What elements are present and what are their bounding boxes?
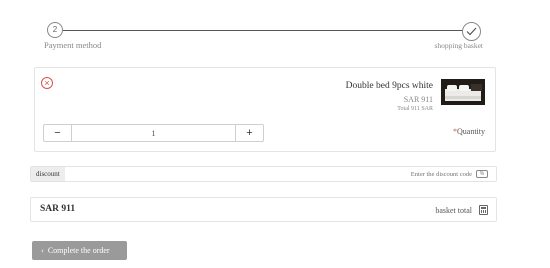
step-label-payment-method: Payment method [44,40,102,50]
quantity-stepper: − + [43,124,264,142]
basket-total-row: SAR 911 basket total [30,197,497,222]
product-total: Total 911 SAR [397,106,433,112]
increase-quantity-button[interactable]: + [235,125,263,141]
quantity-label: *Quantity [453,127,485,136]
tag-icon: % [476,170,488,178]
check-icon [462,22,481,41]
step-number-circle: 2 [47,22,63,38]
discount-code-input[interactable] [71,167,472,181]
product-name: Double bed 9pcs white [345,81,433,91]
product-image[interactable] [441,79,485,105]
calculator-icon [479,205,488,215]
product-price: SAR 911 [403,95,433,104]
decrease-quantity-button[interactable]: − [44,125,72,141]
discount-button[interactable]: discount [31,167,65,181]
stepper-line [63,30,463,31]
complete-order-button[interactable]: ‹ Complete the order [32,241,127,260]
quantity-label-text: Quantity [457,127,485,136]
basket-total-amount: SAR 911 [40,204,76,214]
checkout-stepper: 2 Payment method shopping basket [0,0,550,60]
chevron-left-icon: ‹ [41,247,44,255]
basket-total-label: basket total [435,206,472,215]
step-label-shopping-basket: shopping basket [434,41,483,50]
complete-order-label: Complete the order [47,246,110,255]
quantity-input[interactable] [72,125,235,141]
discount-row: discount % [30,166,497,182]
close-circle-icon[interactable]: × [41,77,53,89]
cart-item-card: × Double bed 9pcs white SAR 911 Total 91… [34,67,496,152]
